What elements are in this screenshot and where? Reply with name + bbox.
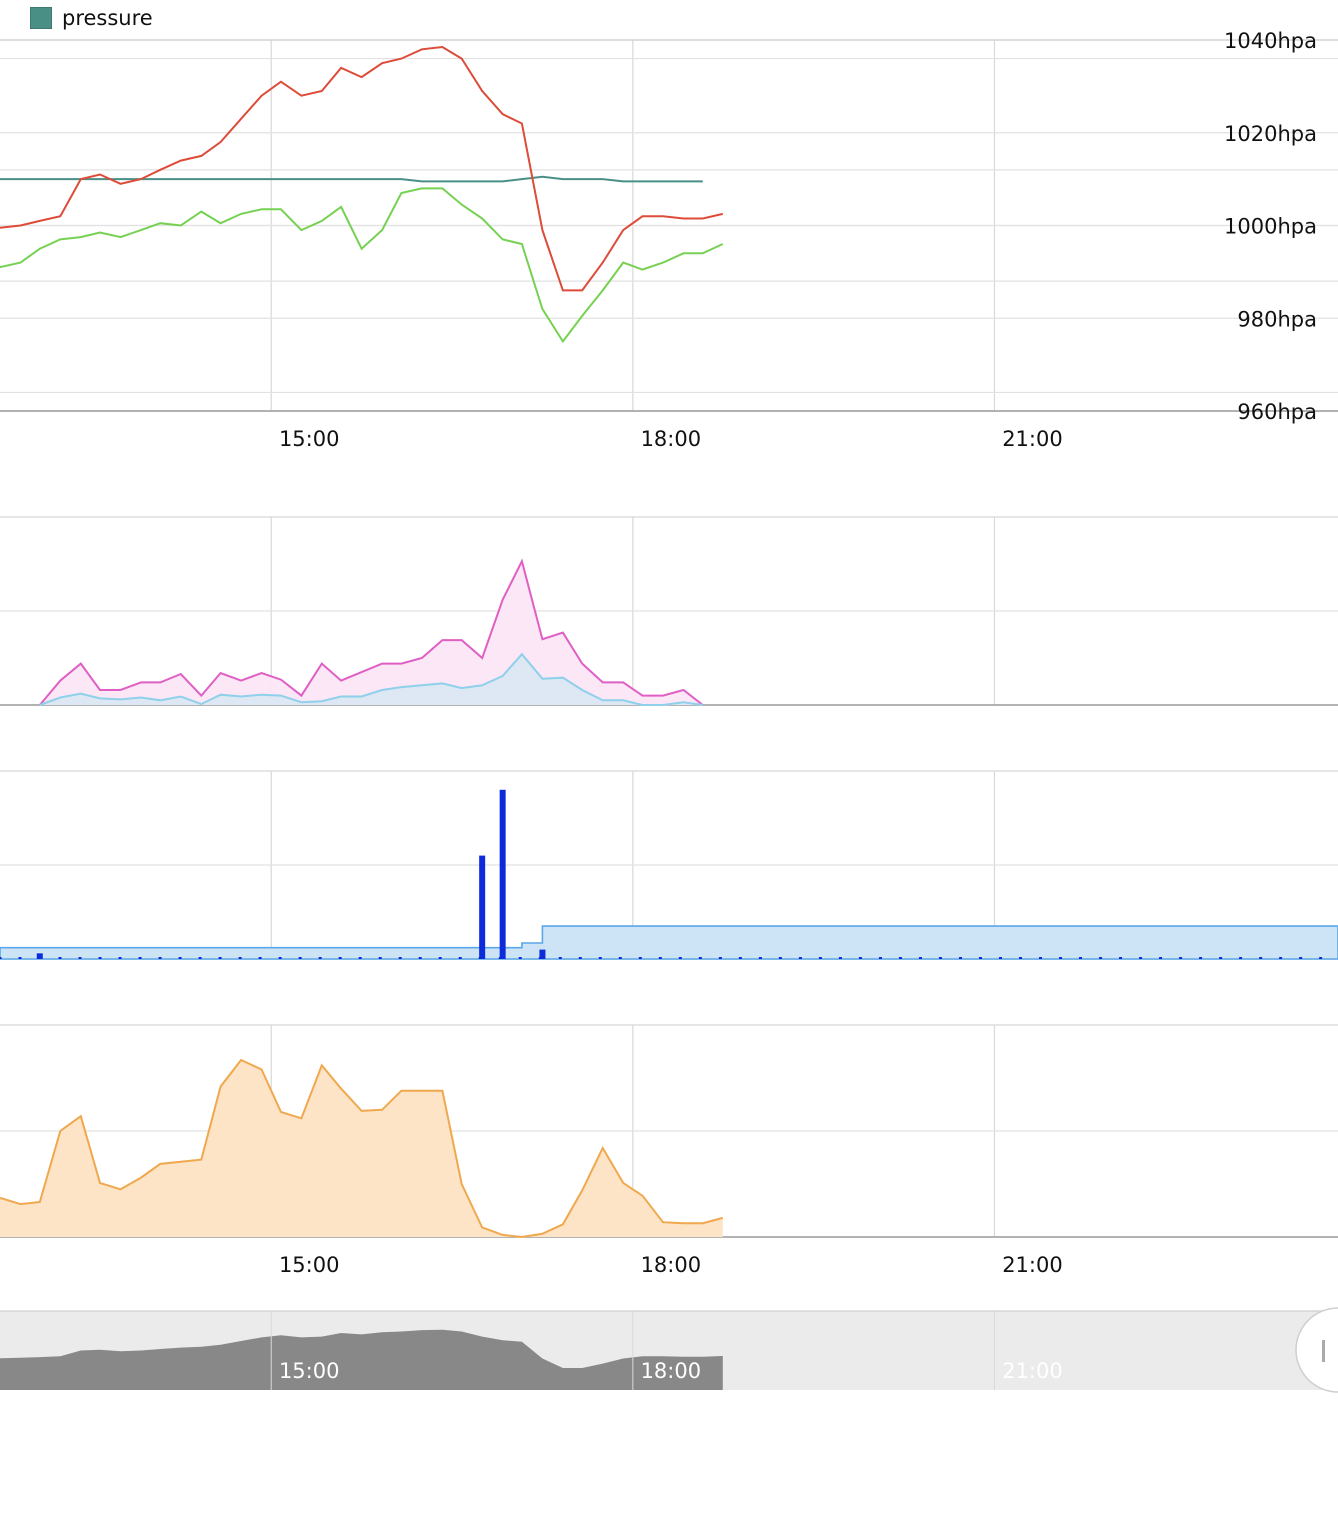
baseline-mark [198, 957, 202, 959]
baseline-mark [938, 957, 942, 959]
baseline-mark [1059, 957, 1063, 959]
baseline-mark [58, 957, 62, 959]
baseline-mark [638, 957, 642, 959]
baseline-mark [1119, 957, 1123, 959]
x-tick-label: 21:00 [1002, 427, 1063, 451]
baseline-mark [158, 957, 162, 959]
navigator-tick-label: 15:00 [279, 1359, 340, 1383]
x-tick-label: 18:00 [641, 427, 702, 451]
x-tick-label-bottom: 18:00 [641, 1253, 702, 1277]
baseline-mark [718, 957, 722, 959]
baseline-mark [418, 957, 422, 959]
baseline-mark [1279, 957, 1283, 959]
navigator-tick-label: 18:00 [641, 1359, 702, 1383]
baseline-mark [1139, 957, 1143, 959]
baseline-mark [978, 957, 982, 959]
baseline-mark [298, 957, 302, 959]
step-area [0, 925, 1338, 960]
baseline-mark [618, 957, 622, 959]
baseline-mark [838, 957, 842, 959]
bar-2 [499, 789, 506, 959]
y-tick-label: 1040hpa [1224, 29, 1317, 53]
baseline-mark [1299, 957, 1303, 959]
baseline-mark [1039, 957, 1043, 959]
y-tick-label: 1000hpa [1224, 215, 1317, 239]
baseline-mark [698, 957, 702, 959]
x-tick-label: 15:00 [279, 427, 340, 451]
baseline-mark [958, 957, 962, 959]
series-line-1 [0, 45, 724, 292]
baseline-mark [898, 957, 902, 959]
baseline-mark [358, 957, 362, 959]
baseline-mark [598, 957, 602, 959]
y-tick-label: 960hpa [1237, 400, 1317, 424]
chart-canvas: 1040hpa 1020hpa 1000hpa 980hpa 960hpa 15:00 18… [0, 29, 1338, 1393]
baseline-mark [918, 957, 922, 959]
baseline-mark [1179, 957, 1183, 959]
baseline-mark [738, 957, 742, 959]
baseline-mark [258, 957, 262, 959]
baseline-mark [278, 957, 282, 959]
baseline-mark [818, 957, 822, 959]
baseline-mark [1099, 957, 1103, 959]
baseline-mark [1018, 957, 1022, 959]
baseline-mark [398, 957, 402, 959]
baseline-mark [798, 957, 802, 959]
baseline-mark [678, 957, 682, 959]
baseline-mark [578, 957, 582, 959]
navigator-handle-grip [1322, 1340, 1325, 1362]
baseline-mark [438, 957, 442, 959]
y-tick-label: 1020hpa [1224, 122, 1317, 146]
area-fill-bottom [0, 1060, 723, 1237]
baseline-mark [758, 957, 762, 959]
bar-0 [36, 953, 43, 959]
baseline-mark [118, 957, 122, 959]
navigator-tick-label: 21:00 [1002, 1359, 1063, 1383]
bar-1 [479, 855, 486, 959]
baseline-mark [518, 957, 522, 959]
x-tick-label-bottom: 21:00 [1002, 1253, 1063, 1277]
baseline-mark [218, 957, 222, 959]
baseline-mark [778, 957, 782, 959]
baseline-mark [238, 957, 242, 959]
baseline-mark [138, 957, 142, 959]
baseline-mark [458, 957, 462, 959]
baseline-mark [98, 957, 102, 959]
baseline-mark [1259, 957, 1263, 959]
baseline-mark [378, 957, 382, 959]
bar-4 [539, 949, 546, 959]
baseline-mark [998, 957, 1002, 959]
baseline-mark [1199, 957, 1203, 959]
baseline-mark [0, 957, 2, 959]
baseline-mark [858, 957, 862, 959]
baseline-mark [1219, 957, 1223, 959]
grid-lines [0, 39, 1338, 1238]
baseline-mark [1319, 957, 1323, 959]
navigator[interactable]: 15:00 18:00 21:00 [0, 1307, 1338, 1393]
baseline-mark [1079, 957, 1083, 959]
baseline-mark [318, 957, 322, 959]
baseline-mark [338, 957, 342, 959]
y-tick-label: 980hpa [1237, 307, 1317, 331]
x-tick-label-bottom: 15:00 [279, 1253, 340, 1277]
baseline-mark [178, 957, 182, 959]
baseline-mark [558, 957, 562, 959]
baseline-mark [1239, 957, 1243, 959]
baseline-mark [18, 957, 22, 959]
baseline-mark [1159, 957, 1163, 959]
baseline-mark [78, 957, 82, 959]
baseline-mark [878, 957, 882, 959]
baseline-mark [658, 957, 662, 959]
